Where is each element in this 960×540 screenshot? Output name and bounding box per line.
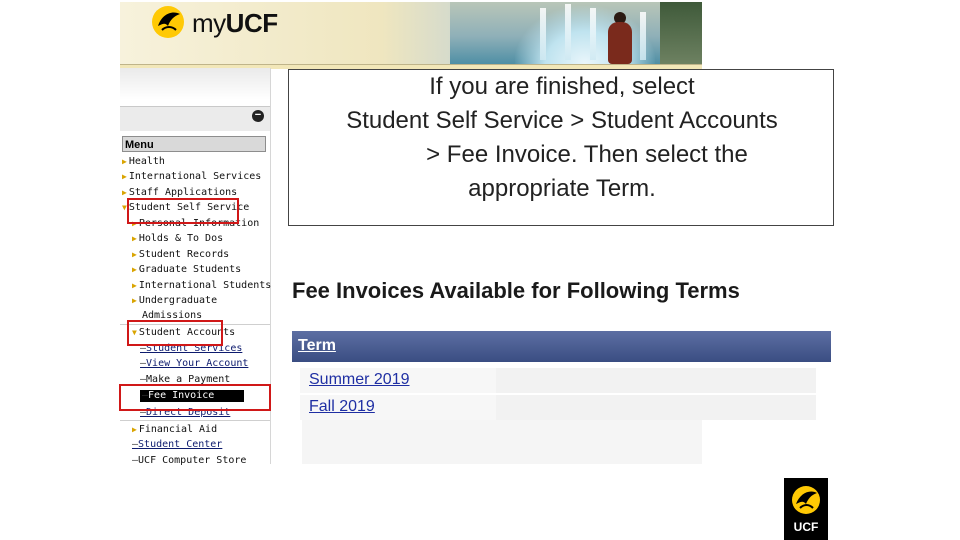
fountain-spray [640, 12, 646, 60]
triangle-right-icon: ▶ [132, 250, 137, 259]
menu-divider [120, 420, 270, 421]
instruction-line: > Fee Invoice. Then select the [426, 141, 748, 168]
triangle-right-icon: ▶ [132, 265, 137, 274]
menu-item-graduate-students[interactable]: ▶ Graduate Students [132, 264, 241, 276]
ucf-badge-text: UCF [793, 520, 819, 534]
menu-item-international-services[interactable]: ▶ International Services [122, 171, 261, 183]
menu-item-health[interactable]: ▶ Health [122, 156, 165, 168]
highlight-student-accounts [127, 320, 223, 346]
instruction-line: If you are finished, select [429, 73, 695, 100]
menu-link-view-your-account[interactable]: View Your Account [140, 358, 248, 370]
instruction-callout: If you are finished, select Student Self… [288, 69, 834, 226]
fountain-image [515, 6, 655, 64]
pegasus-logo-icon [152, 6, 184, 38]
triangle-right-icon: ▶ [122, 172, 127, 181]
triangle-right-icon: ▶ [132, 425, 137, 434]
myucf-logo: myUCF [192, 8, 278, 38]
term-link-fall-2019[interactable]: Fall 2019 [309, 398, 375, 416]
instruction-line: appropriate Term. [468, 175, 656, 202]
triangle-right-icon: ▶ [132, 281, 137, 290]
highlight-fee-invoice [119, 384, 271, 411]
ucf-logo-badge: UCF [784, 478, 828, 540]
page-title: Fee Invoices Available for Following Ter… [292, 278, 740, 303]
instruction-line: Student Self Service > Student Accounts [346, 107, 778, 134]
triangle-right-icon: ▶ [122, 188, 127, 197]
table-row: Summer 2019 [300, 368, 816, 393]
sidebar-top [120, 68, 270, 100]
menu-item-undergraduate[interactable]: ▶ Undergraduate [132, 295, 217, 307]
menu-item-international-students[interactable]: ▶ International Students [132, 280, 271, 292]
menu-item-student-records[interactable]: ▶ Student Records [132, 249, 229, 261]
table-row: Fall 2019 [300, 395, 816, 420]
menu-link-ucf-computer-store[interactable]: UCF Computer Store [132, 455, 246, 467]
sidebar-tab [120, 106, 270, 131]
header-banner: myUCF [120, 2, 702, 64]
highlight-student-self-service [127, 198, 239, 224]
menu-item-holds-to-dos[interactable]: ▶ Holds & To Dos [132, 233, 223, 245]
triangle-right-icon: ▶ [132, 296, 137, 305]
instruction-text: If you are finished, select Student Self… [289, 70, 835, 206]
fountain-spray [540, 8, 546, 60]
pegasus-icon [792, 486, 820, 514]
trees-image [660, 2, 702, 64]
term-table-header: Term [292, 331, 831, 362]
menu-item-financial-aid[interactable]: ▶ Financial Aid [132, 424, 217, 436]
triangle-right-icon: ▶ [132, 234, 137, 243]
person-image [608, 22, 632, 64]
term-link-summer-2019[interactable]: Summer 2019 [309, 371, 410, 389]
triangle-right-icon: ▶ [122, 157, 127, 166]
collapse-menu-button[interactable]: − [252, 110, 264, 122]
menu-link-student-center[interactable]: Student Center [132, 439, 222, 451]
blank-content-area [302, 420, 702, 464]
menu-header: Menu [122, 136, 266, 152]
fountain-spray [565, 4, 571, 60]
term-column-header[interactable]: Term [298, 337, 336, 355]
fountain-spray [590, 8, 596, 60]
